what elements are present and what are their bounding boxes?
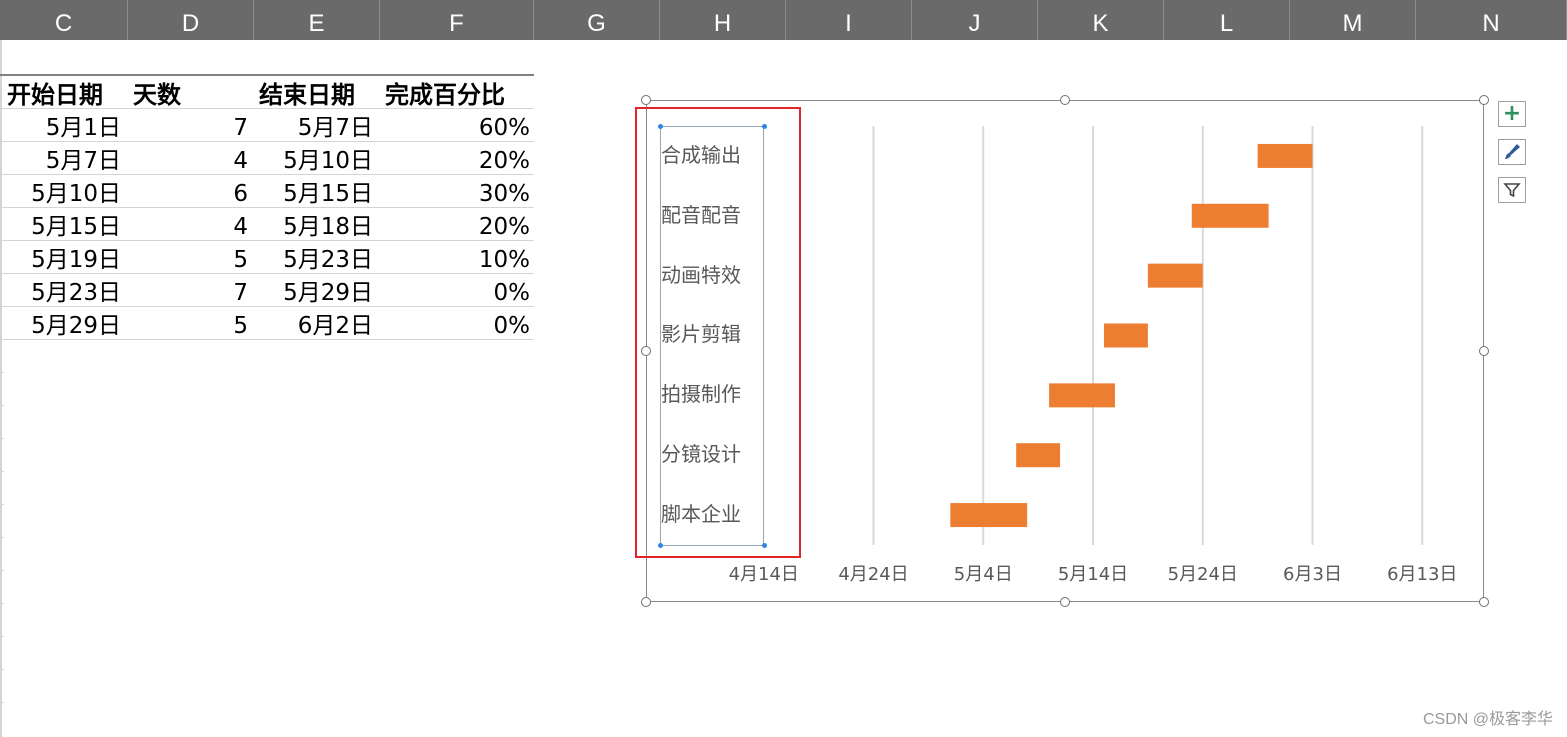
cell-end-date[interactable]: 5月23日: [283, 243, 373, 275]
column-header-e[interactable]: E: [254, 0, 380, 40]
column-header-d[interactable]: D: [128, 0, 254, 40]
cell-days[interactable]: 4: [233, 210, 248, 242]
column-header-bar: CDEFGHIJKLMN: [0, 0, 1567, 40]
cell-days[interactable]: 7: [233, 111, 248, 143]
cell-percent[interactable]: 20%: [479, 210, 530, 242]
column-header-f[interactable]: F: [380, 0, 534, 40]
cell-percent[interactable]: 0%: [494, 309, 531, 341]
chart-filters-button[interactable]: [1498, 177, 1526, 203]
header-start-date[interactable]: 开始日期: [7, 78, 103, 110]
header-top-border: [0, 74, 534, 76]
column-header-h[interactable]: H: [660, 0, 786, 40]
row-divider: [0, 636, 4, 637]
header-percent[interactable]: 完成百分比: [385, 78, 505, 110]
resize-handle-bottom-left[interactable]: [641, 597, 651, 607]
cell-days[interactable]: 5: [233, 243, 248, 275]
cell-start-date[interactable]: 5月23日: [31, 276, 121, 308]
cell-start-date[interactable]: 5月10日: [31, 177, 121, 209]
header-end-date[interactable]: 结束日期: [259, 78, 355, 110]
row-divider: [0, 603, 4, 604]
column-header-k[interactable]: K: [1038, 0, 1164, 40]
cell-days[interactable]: 6: [233, 177, 248, 209]
resize-handle-top[interactable]: [1060, 95, 1070, 105]
cell-days[interactable]: 5: [233, 309, 248, 341]
row-divider: [0, 339, 534, 340]
cell-percent[interactable]: 0%: [494, 276, 531, 308]
column-header-g[interactable]: G: [534, 0, 660, 40]
cell-percent[interactable]: 60%: [479, 111, 530, 143]
resize-handle-top-left[interactable]: [641, 95, 651, 105]
row-divider: [0, 273, 534, 274]
cell-end-date[interactable]: 5月10日: [283, 144, 373, 176]
highlight-annotation-box: [635, 107, 801, 558]
cell-end-date[interactable]: 6月2日: [298, 309, 373, 341]
row-divider: [0, 174, 534, 175]
header-days[interactable]: 天数: [133, 78, 181, 110]
cell-start-date[interactable]: 5月15日: [31, 210, 121, 242]
row-divider: [0, 471, 4, 472]
cell-percent[interactable]: 30%: [479, 177, 530, 209]
cell-percent[interactable]: 20%: [479, 144, 530, 176]
column-header-m[interactable]: M: [1290, 0, 1416, 40]
row-divider: [0, 108, 534, 109]
resize-handle-bottom-right[interactable]: [1479, 597, 1489, 607]
column-header-l[interactable]: L: [1164, 0, 1290, 40]
resize-handle-bottom[interactable]: [1060, 597, 1070, 607]
cell-start-date[interactable]: 5月1日: [46, 111, 121, 143]
filter-icon: [1503, 183, 1521, 198]
sheet-left-border: [0, 40, 2, 737]
column-header-i[interactable]: I: [786, 0, 912, 40]
row-divider: [0, 537, 4, 538]
chart-elements-button[interactable]: +: [1498, 101, 1526, 127]
row-divider: [0, 207, 534, 208]
cell-end-date[interactable]: 5月7日: [298, 111, 373, 143]
cell-percent[interactable]: 10%: [479, 243, 530, 275]
brush-icon: [1505, 144, 1520, 159]
row-divider: [0, 240, 534, 241]
row-divider: [0, 570, 4, 571]
row-divider: [0, 702, 4, 703]
chart-styles-button[interactable]: [1498, 139, 1526, 165]
column-header-c[interactable]: C: [0, 0, 128, 40]
row-divider: [0, 372, 4, 373]
column-header-j[interactable]: J: [912, 0, 1038, 40]
cell-end-date[interactable]: 5月15日: [283, 177, 373, 209]
cell-start-date[interactable]: 5月7日: [46, 144, 121, 176]
cell-end-date[interactable]: 5月18日: [283, 210, 373, 242]
row-divider: [0, 141, 534, 142]
cell-end-date[interactable]: 5月29日: [283, 276, 373, 308]
cell-start-date[interactable]: 5月19日: [31, 243, 121, 275]
cell-days[interactable]: 7: [233, 276, 248, 308]
cell-start-date[interactable]: 5月29日: [31, 309, 121, 341]
resize-handle-top-right[interactable]: [1479, 95, 1489, 105]
watermark: CSDN @极客李华: [1422, 711, 1553, 728]
row-divider: [0, 405, 4, 406]
row-divider: [0, 438, 4, 439]
column-header-n[interactable]: N: [1416, 0, 1567, 40]
row-divider: [0, 504, 4, 505]
row-divider: [0, 669, 4, 670]
resize-handle-left[interactable]: [641, 346, 651, 356]
cell-days[interactable]: 4: [233, 144, 248, 176]
resize-handle-right[interactable]: [1479, 346, 1489, 356]
row-divider: [0, 306, 534, 307]
